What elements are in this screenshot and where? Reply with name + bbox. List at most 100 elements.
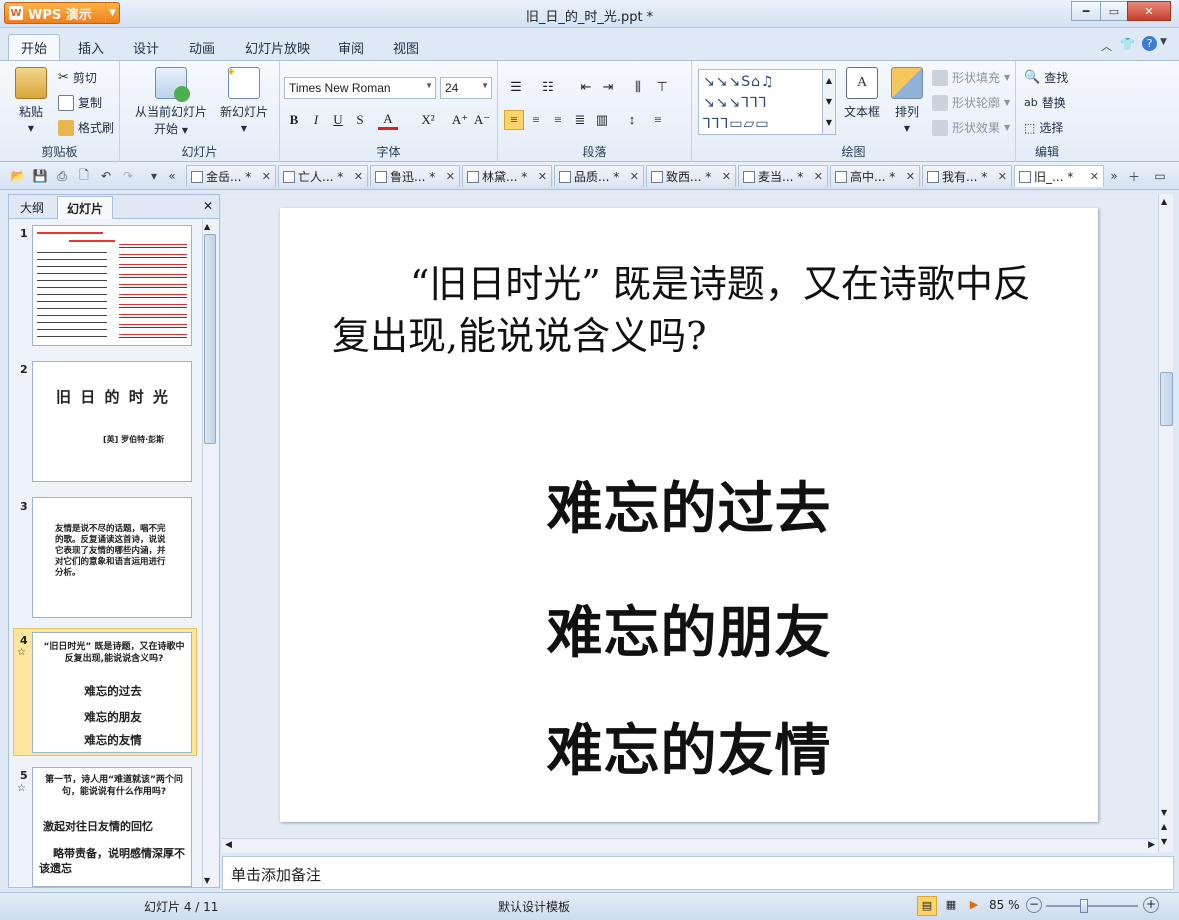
close-icon[interactable]: ✕ <box>1090 170 1099 183</box>
slideshow-view-icon[interactable]: ▶ <box>964 896 984 916</box>
tab-outline[interactable]: 大纲 <box>11 196 53 219</box>
bullet-list-icon[interactable]: ☰ <box>506 77 526 97</box>
tab-start[interactable]: 开始 <box>8 34 61 60</box>
open-folder-icon[interactable]: 📂 <box>10 168 26 184</box>
copy-button[interactable]: 复制 <box>58 94 102 111</box>
sorter-view-icon[interactable]: ▦ <box>941 896 961 916</box>
line-spacing-icon[interactable]: ↕ <box>622 110 642 130</box>
zoom-out-icon[interactable]: − <box>1026 897 1042 913</box>
align-text-icon[interactable]: ⊤ <box>652 77 672 97</box>
undo-icon[interactable]: ↶ <box>98 168 114 184</box>
find-button[interactable]: 🔍 查找 <box>1024 69 1068 86</box>
decrease-indent-icon[interactable]: ⇤ <box>576 77 596 97</box>
doc-tab[interactable]: 我有... * ✕ <box>922 165 1012 187</box>
shapes-gallery[interactable]: ↘↘↘S⌂♫ ↘↘↘⅂⅂⅂ ⅂⅂⅂▭▱▭ <box>698 69 828 135</box>
slide[interactable]: “旧日时光” 既是诗题，又在诗歌中反复出现,能说说含义吗? 难忘的过去 难忘的朋… <box>280 208 1098 822</box>
doc-tab[interactable]: 亡人... * ✕ <box>278 165 368 187</box>
arrange-button[interactable]: 排列 ▼ <box>886 67 928 134</box>
template-name[interactable]: 默认设计模板 <box>498 898 570 915</box>
slide-thumbnail-4-selected[interactable]: “旧日时光” 既是诗题，又在诗歌中反复出现,能说说含义吗? 难忘的过去 难忘的朋… <box>32 632 192 753</box>
doc-tab[interactable]: 林黛... * ✕ <box>462 165 552 187</box>
zoom-level[interactable]: 85 % <box>989 898 1020 912</box>
doc-tab[interactable]: 致西... * ✕ <box>646 165 736 187</box>
new-slide-button[interactable]: ✦ 新幻灯片 ▼ <box>218 65 270 134</box>
slide-thumbnail-3[interactable]: 友情是说不尽的话题，唱不完的歌。反复诵读这首诗，说说它表现了友情的哪些内涵，并对… <box>32 497 192 618</box>
format-painter-button[interactable]: 格式刷 <box>58 119 114 136</box>
new-tab-icon[interactable]: ＋ <box>1126 168 1142 184</box>
close-icon[interactable]: ✕ <box>446 170 455 183</box>
font-size-select[interactable]: 24 ▼ <box>440 77 492 99</box>
underline-button[interactable]: U <box>328 110 348 130</box>
scroll-up-icon[interactable]: ▲ <box>204 222 210 231</box>
slide-thumbnail-5[interactable]: 第一节，诗人用“难道就该”两个问句，能说说有什么作用吗? 激起对往日友情的回忆 … <box>32 767 192 887</box>
paragraph-spacing-icon[interactable]: ≡ <box>648 110 668 130</box>
scroll-thumb[interactable] <box>1160 372 1173 426</box>
tab-design[interactable]: 设计 <box>121 34 171 60</box>
tab-review[interactable]: 审阅 <box>326 34 376 60</box>
select-button[interactable]: ⬚ 选择 <box>1024 119 1063 136</box>
paste-button[interactable]: 粘贴 ▼ <box>8 67 54 134</box>
slide-line-2[interactable]: 难忘的朋友 <box>280 588 1098 669</box>
shape-outline-button[interactable]: 形状轮廓 ▼ <box>932 94 1010 111</box>
grow-font-button[interactable]: A⁺ <box>450 110 470 130</box>
scroll-tabs-left-icon[interactable]: « <box>164 168 180 184</box>
slide-question[interactable]: “旧日时光” 既是诗题，又在诗歌中反复出现,能说说含义吗? <box>280 258 1098 362</box>
close-icon[interactable]: ✕ <box>354 170 363 183</box>
doc-tab[interactable]: 品质... * ✕ <box>554 165 644 187</box>
doc-tab[interactable]: 金岳... * ✕ <box>186 165 276 187</box>
close-icon[interactable]: ✕ <box>262 170 271 183</box>
normal-view-icon[interactable]: ▤ <box>917 896 937 916</box>
slide-line-1[interactable]: 难忘的过去 <box>280 464 1098 545</box>
close-button[interactable]: ✕ <box>1127 1 1171 21</box>
scroll-left-icon[interactable]: ◀ <box>225 840 232 850</box>
redo-icon[interactable]: ↷ <box>120 168 136 184</box>
tab-list-icon[interactable]: ▭ <box>1152 168 1168 184</box>
close-icon[interactable]: ✕ <box>998 170 1007 183</box>
slide-thumbnail-2[interactable]: 旧 日 的 时 光 [英] 罗伯特·彭斯 <box>32 361 192 482</box>
justify-icon[interactable]: ≣ <box>570 110 590 130</box>
previous-slide-icon[interactable]: ▲ <box>1161 822 1167 831</box>
slide-thumbnail-1[interactable] <box>32 225 192 346</box>
doc-tab-active[interactable]: 旧_... * ✕ <box>1014 165 1104 187</box>
close-icon[interactable]: ✕ <box>814 170 823 183</box>
align-right-icon[interactable]: ≡ <box>548 110 568 130</box>
scroll-up-icon[interactable]: ▲ <box>1161 197 1167 206</box>
vertical-scrollbar[interactable]: ▲ ▼ ▲ ▼ <box>1158 194 1173 852</box>
zoom-slider-track[interactable] <box>1046 905 1138 907</box>
tab-insert[interactable]: 插入 <box>66 34 116 60</box>
increase-indent-icon[interactable]: ⇥ <box>598 77 618 97</box>
close-icon[interactable]: ✕ <box>722 170 731 183</box>
bold-button[interactable]: B <box>284 110 304 130</box>
skin-icon[interactable]: 👕 <box>1120 37 1135 51</box>
doc-tab[interactable]: 麦当... * ✕ <box>738 165 828 187</box>
tab-slides[interactable]: 幻灯片 <box>57 196 114 219</box>
scroll-tabs-right-icon[interactable]: » <box>1106 168 1122 184</box>
print-preview-icon[interactable]: 🗋 <box>76 168 92 184</box>
scroll-right-icon[interactable]: ▶ <box>1148 840 1155 850</box>
zoom-in-icon[interactable]: + <box>1143 897 1159 913</box>
numbered-list-icon[interactable]: ☷ <box>538 77 558 97</box>
save-icon[interactable]: 💾 <box>32 168 48 184</box>
font-color-button[interactable]: A <box>378 110 398 130</box>
italic-button[interactable]: I <box>306 110 326 130</box>
close-icon[interactable]: ✕ <box>203 199 213 213</box>
play-from-current-button[interactable]: 从当前幻灯片 开始 ▼ <box>128 67 214 137</box>
tab-view[interactable]: 视图 <box>381 34 431 60</box>
print-icon[interactable]: ⎙ <box>54 168 70 184</box>
scroll-thumb[interactable] <box>204 234 216 444</box>
notes-pane[interactable]: 单击添加备注 <box>222 856 1174 890</box>
replace-button[interactable]: ab 替换 <box>1024 94 1066 111</box>
close-icon[interactable]: ✕ <box>538 170 547 183</box>
tab-slideshow[interactable]: 幻灯片放映 <box>233 34 322 60</box>
slide-line-3[interactable]: 难忘的友情 <box>280 706 1098 787</box>
maximize-button[interactable]: ▭ <box>1100 1 1128 21</box>
doc-tab[interactable]: 高中... * ✕ <box>830 165 920 187</box>
close-icon[interactable]: ✕ <box>630 170 639 183</box>
scroll-down-icon[interactable]: ▼ <box>204 876 210 885</box>
chevron-down-icon[interactable]: ▼ <box>1160 37 1167 47</box>
scroll-down-icon[interactable]: ▼ <box>1161 808 1167 817</box>
zoom-slider-thumb[interactable] <box>1080 899 1088 913</box>
font-name-select[interactable]: Times New Roman ▼ <box>284 77 436 99</box>
align-center-icon[interactable]: ≡ <box>526 110 546 130</box>
shape-effect-button[interactable]: 形状效果 ▼ <box>932 119 1010 136</box>
